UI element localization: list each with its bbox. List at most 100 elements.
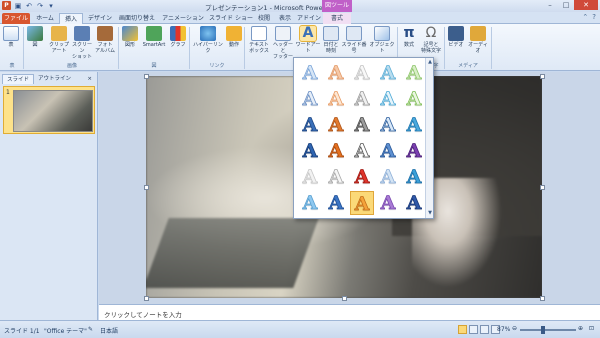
wordart-style-option[interactable]: A <box>402 191 426 215</box>
maximize-icon[interactable]: □ <box>558 0 574 10</box>
tab-file[interactable]: ファイル <box>2 13 30 24</box>
wordart-style-option[interactable]: A <box>324 61 348 85</box>
tab-home[interactable]: ホーム <box>32 13 58 24</box>
tab-animations[interactable]: アニメーション <box>158 13 208 24</box>
picture-tools-header: 図ツール <box>322 0 352 12</box>
tab-transitions[interactable]: 画面切り替え <box>117 13 157 24</box>
theme-name[interactable]: "Office テーマ" <box>44 326 87 335</box>
tab-insert[interactable]: 挿入 <box>59 13 83 24</box>
gallery-scrollbar[interactable]: ▲ ▼ <box>425 58 433 218</box>
wordart-style-option[interactable]: A <box>376 61 400 85</box>
wordart-style-option[interactable]: A <box>350 191 374 215</box>
resize-handle-bottom[interactable] <box>342 296 347 301</box>
resize-handle-right[interactable] <box>540 185 545 190</box>
undo-icon[interactable]: ↶ <box>25 2 33 10</box>
smartart-button[interactable]: SmartArt <box>141 26 167 48</box>
redo-icon[interactable]: ↷ <box>36 2 44 10</box>
resize-handle-bottom-left[interactable] <box>144 296 149 301</box>
picture-button[interactable]: 図 <box>27 26 43 48</box>
wordart-style-option[interactable]: A <box>402 61 426 85</box>
slide-number-button[interactable]: スライド番号 <box>341 26 367 54</box>
wordart-style-option[interactable]: A <box>350 165 374 189</box>
normal-view-button[interactable] <box>458 325 467 334</box>
wordart-style-option[interactable]: A <box>350 87 374 111</box>
wordart-style-option[interactable]: A <box>402 113 426 137</box>
table-button[interactable]: 表 <box>3 26 19 48</box>
tab-slideshow[interactable]: スライド ショー <box>209 13 253 24</box>
help-icon[interactable]: ? <box>592 13 596 21</box>
shapes-button[interactable]: 図形 <box>121 26 139 48</box>
wordart-style-option[interactable]: A <box>298 113 322 137</box>
resize-handle-top-left[interactable] <box>144 74 149 79</box>
wordart-style-option[interactable]: A <box>350 113 374 137</box>
object-button[interactable]: オブジェクト <box>369 26 395 54</box>
equation-button[interactable]: π 数式 <box>400 26 418 49</box>
wordart-style-option[interactable]: A <box>324 87 348 111</box>
tab-design[interactable]: デザイン <box>84 13 116 24</box>
textbox-button[interactable]: テキスト ボックス <box>247 26 271 54</box>
powerpoint-logo-icon[interactable]: P <box>2 1 11 10</box>
wordart-style-option[interactable]: A <box>376 139 400 163</box>
close-panel-icon[interactable]: × <box>83 74 96 84</box>
tab-addins[interactable]: アドイン <box>296 13 322 24</box>
wordart-style-option[interactable]: A <box>324 165 348 189</box>
action-button[interactable]: 動作 <box>226 26 242 48</box>
wordart-style-option[interactable]: A <box>402 87 426 111</box>
wordart-style-option[interactable]: A <box>402 139 426 163</box>
tab-view[interactable]: 表示 <box>275 13 295 24</box>
wordart-style-option[interactable]: A <box>402 165 426 189</box>
symbol-button[interactable]: Ω 記号と 特殊文字 <box>420 26 442 55</box>
video-button[interactable]: ビデオ <box>447 26 465 48</box>
resize-handle-top-right[interactable] <box>540 74 545 79</box>
resize-handle-left[interactable] <box>144 185 149 190</box>
wordart-style-option[interactable]: A <box>324 139 348 163</box>
wordart-style-option[interactable]: A <box>298 165 322 189</box>
tab-outline[interactable]: アウトライン <box>34 74 75 84</box>
wordart-style-option[interactable]: A <box>324 191 348 215</box>
slide-thumbnail-selected[interactable]: 1 <box>3 86 95 134</box>
zoom-slider[interactable] <box>520 329 576 331</box>
scroll-up-icon[interactable]: ▲ <box>427 59 433 65</box>
chart-button[interactable]: グラフ <box>169 26 187 48</box>
wordart-style-option[interactable]: A <box>376 165 400 189</box>
customize-qat-icon[interactable]: ▾ <box>47 2 55 10</box>
scroll-down-icon[interactable]: ▼ <box>427 210 433 216</box>
wordart-style-option[interactable]: A <box>376 87 400 111</box>
close-icon[interactable]: ✕ <box>574 0 598 10</box>
zoom-in-icon[interactable]: ⊕ <box>578 325 583 332</box>
reading-view-button[interactable] <box>480 325 489 334</box>
wordart-style-option[interactable]: A <box>376 113 400 137</box>
fit-to-window-icon[interactable]: ⊡ <box>589 325 594 332</box>
zoom-slider-thumb[interactable] <box>541 326 545 334</box>
slide-sorter-view-button[interactable] <box>469 325 478 334</box>
language-label[interactable]: 日本語 <box>100 326 118 335</box>
header-footer-button[interactable]: ヘッダーと フッター <box>272 26 294 60</box>
zoom-out-icon[interactable]: ⊖ <box>512 325 517 332</box>
notes-pane[interactable]: クリックしてノートを入力 <box>99 304 600 320</box>
wordart-style-option[interactable]: A <box>298 139 322 163</box>
photo-album-button[interactable]: フォト アルバム <box>94 26 116 54</box>
status-bar: スライド 1/1 "Office テーマ" ✎ 日本語 87% ⊖ ⊕ ⊡ <box>0 320 600 338</box>
wordart-button[interactable]: A ワードアート <box>295 25 321 54</box>
screenshot-button[interactable]: スクリーン ショット <box>71 26 93 60</box>
tab-format[interactable]: 書式 <box>323 13 351 24</box>
save-icon[interactable]: ▣ <box>14 2 22 10</box>
spellcheck-icon[interactable]: ✎ <box>88 326 93 333</box>
wordart-style-option[interactable]: A <box>298 87 322 111</box>
date-time-button[interactable]: 日付と 時刻 <box>322 26 340 54</box>
clipart-button[interactable]: クリップ アート <box>48 26 70 54</box>
wordart-style-option[interactable]: A <box>324 113 348 137</box>
wordart-style-option[interactable]: A <box>298 191 322 215</box>
audio-button[interactable]: オーディオ <box>467 26 489 54</box>
wordart-style-option[interactable]: A <box>350 139 374 163</box>
hyperlink-button[interactable]: ハイパーリンク <box>192 26 224 54</box>
wordart-style-option[interactable]: A <box>298 61 322 85</box>
zoom-percent[interactable]: 87% <box>497 326 510 333</box>
tab-slides[interactable]: スライド <box>2 74 35 84</box>
tab-review[interactable]: 校閲 <box>254 13 274 24</box>
wordart-style-option[interactable]: A <box>376 191 400 215</box>
minimize-ribbon-icon[interactable]: ⌃ <box>582 13 588 21</box>
wordart-style-option[interactable]: A <box>350 61 374 85</box>
minimize-icon[interactable]: – <box>542 0 558 10</box>
resize-handle-bottom-right[interactable] <box>540 296 545 301</box>
